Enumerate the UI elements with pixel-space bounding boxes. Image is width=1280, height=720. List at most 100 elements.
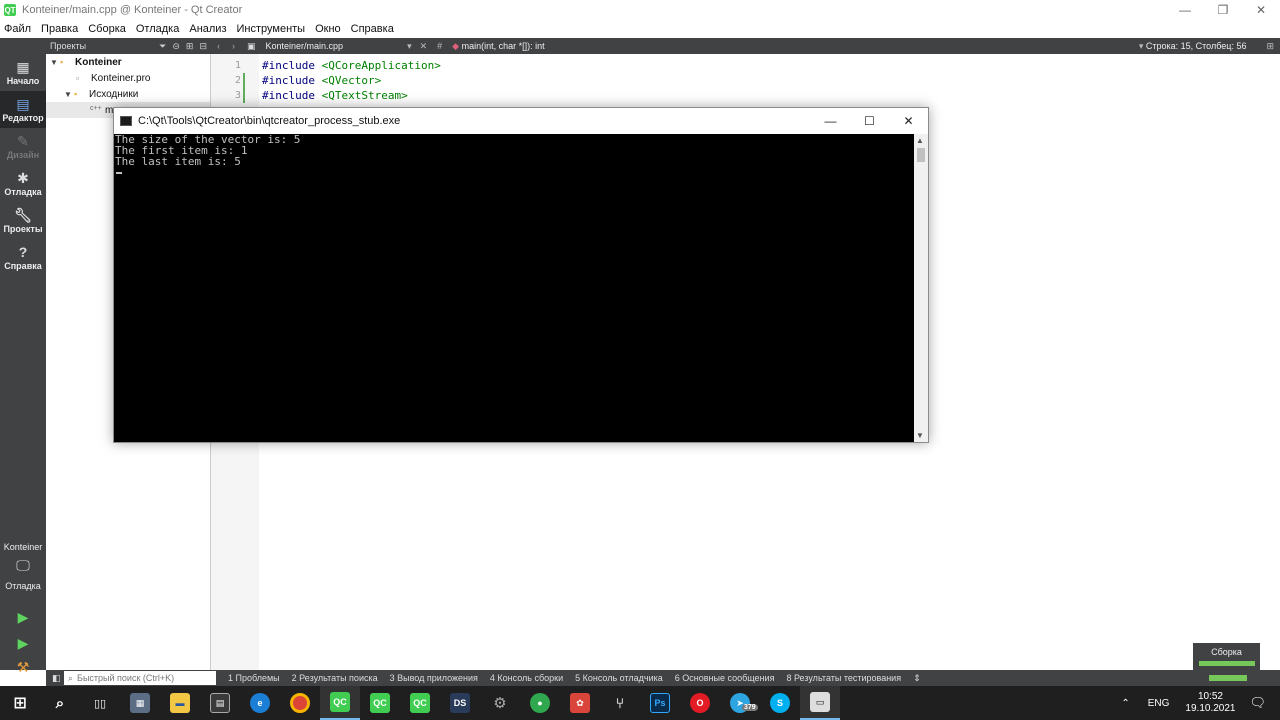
- menu-debug[interactable]: Отладка: [136, 23, 179, 35]
- qt-creator-taskbar-icon[interactable]: QC: [400, 686, 440, 720]
- console-scrollbar[interactable]: ▲ ▼: [914, 134, 928, 442]
- clock[interactable]: 10:52 19.10.2021: [1185, 691, 1235, 715]
- sources-label: Исходники: [89, 88, 139, 100]
- split-icon[interactable]: ⊞: [186, 41, 194, 52]
- tab-general-messages[interactable]: 6 Основные сообщения: [675, 673, 775, 683]
- cursor-position[interactable]: ▾ Строка: 15, Столбец: 56: [1139, 41, 1247, 52]
- more-tabs-icon[interactable]: ⇕: [913, 673, 921, 684]
- file-explorer-icon[interactable]: ▬: [160, 686, 200, 720]
- console-minimize-button[interactable]: —: [811, 114, 850, 128]
- console-output[interactable]: The size of the vector is: 5 The first i…: [114, 134, 915, 442]
- back-icon[interactable]: ‹: [217, 41, 220, 51]
- green-app-icon[interactable]: ●: [520, 686, 560, 720]
- calculator-icon[interactable]: ▦: [120, 686, 160, 720]
- menu-help[interactable]: Справка: [351, 23, 394, 35]
- tab-application-output[interactable]: 3 Вывод приложения: [390, 673, 478, 683]
- chevron-down-icon[interactable]: ▼: [50, 58, 60, 67]
- projects-selector[interactable]: Проекты: [50, 41, 86, 51]
- close-file-icon[interactable]: ✕: [420, 41, 428, 52]
- kit-build-mode[interactable]: Отладка: [0, 581, 46, 591]
- grid-icon: ▦: [16, 58, 30, 75]
- notifications-icon[interactable]: 🗨︎: [1249, 695, 1266, 711]
- console-taskbar-icon[interactable]: ▭: [800, 686, 840, 720]
- forward-icon[interactable]: ›: [232, 41, 235, 51]
- git-app-icon[interactable]: ⑂: [600, 686, 640, 720]
- photoshop-icon[interactable]: Ps: [640, 686, 680, 720]
- tab-issues[interactable]: 1 Проблемы: [228, 673, 280, 683]
- build-hammer-icon[interactable]: ⚒: [14, 658, 32, 676]
- status-bar: ◧ ⌕ Быстрый поиск (Ctrl+K) 1 Проблемы 2 …: [46, 670, 1280, 686]
- windows-start-icon[interactable]: ⊞: [0, 686, 40, 720]
- split-editor-icon[interactable]: ⊞: [1266, 41, 1274, 52]
- qt-logo-icon: QT: [4, 4, 16, 16]
- mode-help[interactable]: ? Справка: [0, 239, 46, 276]
- maximize-button[interactable]: ❐: [1204, 0, 1242, 20]
- tab-debugger-console[interactable]: 5 Консоль отладчика: [575, 673, 663, 683]
- close-button[interactable]: ✕: [1242, 0, 1280, 20]
- menu-file[interactable]: Файл: [4, 23, 31, 35]
- qt-creator-taskbar-icon[interactable]: QC: [360, 686, 400, 720]
- store-icon[interactable]: ▤: [200, 686, 240, 720]
- projects-header: Проекты ⏷ ⊝ ⊞ ⊟: [46, 38, 211, 54]
- language-indicator[interactable]: ENG: [1148, 698, 1170, 709]
- chevron-up-icon[interactable]: ⌃: [1121, 698, 1129, 709]
- task-view-icon[interactable]: ▯▯: [80, 686, 120, 720]
- tree-pro-file[interactable]: ▫ Konteiner.pro: [46, 70, 210, 86]
- scroll-down-icon[interactable]: ▼: [916, 431, 924, 440]
- tree-project[interactable]: ▼ ▪ Konteiner: [46, 54, 210, 70]
- dropdown-icon[interactable]: ▾: [407, 41, 412, 52]
- chevron-down-icon[interactable]: ▼: [64, 90, 74, 99]
- help-icon: ?: [18, 243, 28, 260]
- tab-search-results[interactable]: 2 Результаты поиска: [292, 673, 378, 683]
- opera-icon[interactable]: O: [680, 686, 720, 720]
- console-window[interactable]: C:\Qt\Tools\QtCreator\bin\qtcreator_proc…: [113, 107, 929, 443]
- scroll-up-icon[interactable]: ▲: [916, 136, 924, 145]
- tab-compile-output[interactable]: 4 Консоль сборки: [490, 673, 563, 683]
- scroll-thumb[interactable]: [917, 148, 925, 162]
- mode-debug[interactable]: ✱ Отладка: [0, 165, 46, 202]
- code-line[interactable]: #include <QCoreApplication>: [262, 58, 1280, 73]
- toggle-sidebar-icon[interactable]: ◧: [52, 673, 61, 684]
- qt-design-studio-icon[interactable]: DS: [440, 686, 480, 720]
- close-panel-icon[interactable]: ⊟: [199, 41, 207, 52]
- mode-editor[interactable]: ▤ Редактор: [0, 91, 46, 128]
- console-maximize-button[interactable]: ☐: [850, 114, 889, 128]
- telegram-icon[interactable]: ➤ 379: [720, 686, 760, 720]
- dropdown-icon: ▾: [1138, 40, 1144, 51]
- minimize-button[interactable]: —: [1166, 0, 1204, 20]
- locator-input[interactable]: ⌕ Быстрый поиск (Ctrl+K): [64, 671, 216, 685]
- edge-icon[interactable]: e: [240, 686, 280, 720]
- mode-welcome[interactable]: ▦ Начало: [0, 54, 46, 91]
- progress-indicator: [1209, 675, 1247, 681]
- tree-sources[interactable]: ▼ ▪ Исходники: [46, 86, 210, 102]
- debug-run-button[interactable]: ▶: [14, 634, 32, 652]
- qt-creator-taskbar-icon[interactable]: QC: [320, 686, 360, 720]
- network-tool-icon[interactable]: ⚙: [480, 686, 520, 720]
- red-app-icon[interactable]: ✿: [560, 686, 600, 720]
- open-file-selector[interactable]: Konteiner/main.cpp: [266, 41, 344, 51]
- title-bar: QT Konteiner/main.cpp @ Konteiner - Qt C…: [0, 0, 1280, 20]
- console-title-bar[interactable]: C:\Qt\Tools\QtCreator\bin\qtcreator_proc…: [114, 108, 928, 134]
- menu-edit[interactable]: Правка: [41, 23, 78, 35]
- console-close-button[interactable]: ✕: [889, 114, 928, 128]
- menu-tools[interactable]: Инструменты: [237, 23, 306, 35]
- monitor-icon[interactable]: 🖵︎: [13, 557, 33, 573]
- skype-icon[interactable]: S: [760, 686, 800, 720]
- symbol-selector[interactable]: ◆ main(int, char *[]): int: [452, 41, 544, 52]
- search-icon[interactable]: ⌕: [40, 686, 80, 720]
- code-line[interactable]: #include <QTextStream>: [262, 88, 1280, 103]
- code-line[interactable]: #include <QVector>: [262, 73, 1280, 88]
- menu-window[interactable]: Окно: [315, 23, 341, 35]
- mode-projects[interactable]: 🔧︎ Проекты: [0, 202, 46, 239]
- cursor-position-label: Строка: 15, Столбец: 56: [1145, 40, 1247, 51]
- chrome-icon[interactable]: [280, 686, 320, 720]
- filter-icon[interactable]: ⏷: [159, 41, 166, 52]
- menu-build[interactable]: Сборка: [88, 23, 126, 35]
- link-icon[interactable]: ⊝: [172, 41, 180, 52]
- tab-test-results[interactable]: 8 Результаты тестирования: [786, 673, 901, 683]
- build-progress-widget[interactable]: Сборка: [1193, 643, 1260, 670]
- mode-design[interactable]: ✎ Дизайн: [0, 128, 46, 165]
- line-number: 1: [234, 60, 241, 71]
- run-button[interactable]: ▶: [14, 608, 32, 626]
- menu-analyze[interactable]: Анализ: [189, 23, 226, 35]
